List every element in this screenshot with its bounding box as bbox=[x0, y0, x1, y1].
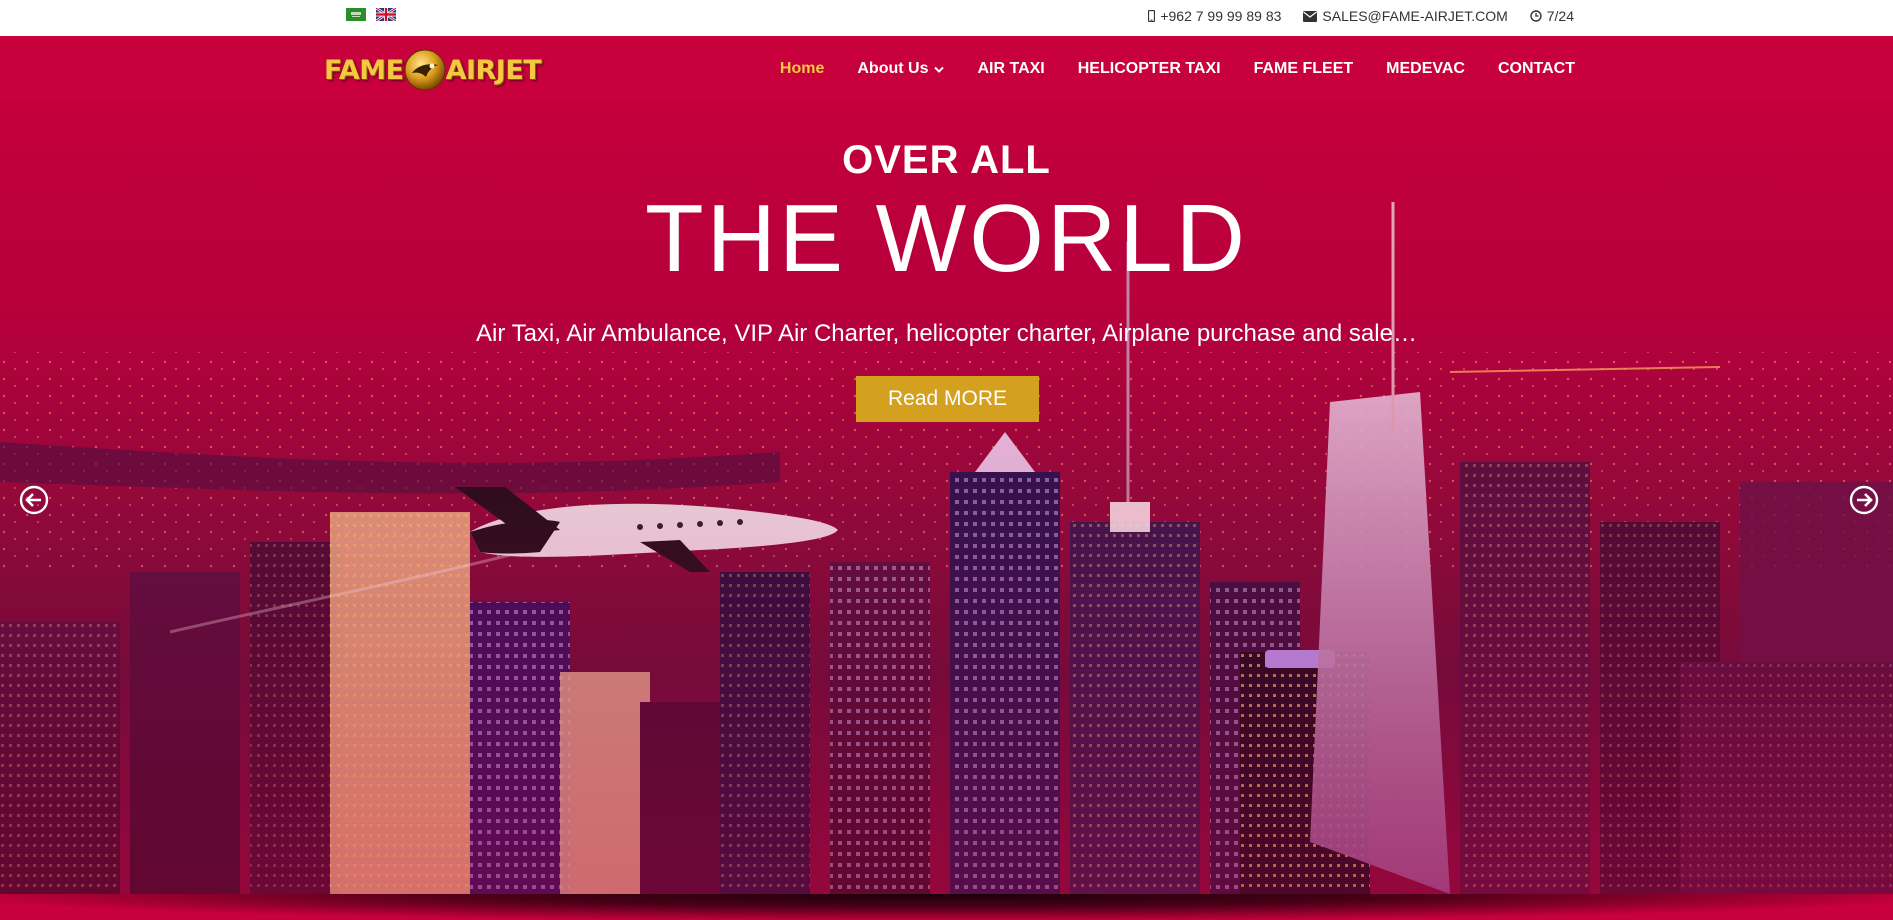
hours-info: 7/24 bbox=[1530, 8, 1574, 24]
logo-text-fame: FAME bbox=[324, 54, 404, 86]
top-utility-bar: +962 7 99 99 89 83 SALES@FAME-AIRJET.COM… bbox=[0, 0, 1893, 36]
nav-item-about-us[interactable]: About Us bbox=[857, 60, 945, 78]
email-address: SALES@FAME-AIRJET.COM bbox=[1322, 8, 1508, 24]
main-navigation: Home About Us AIR TAXI HELICOPTER TAXI F… bbox=[780, 36, 1575, 102]
nav-item-label: FAME FLEET bbox=[1253, 60, 1354, 77]
nav-item-label: About Us bbox=[857, 60, 929, 77]
opening-hours: 7/24 bbox=[1546, 8, 1574, 24]
arrow-right-circle-icon[interactable] bbox=[1848, 484, 1880, 516]
hero-subtitle: Air Taxi, Air Ambulance, VIP Air Charter… bbox=[476, 320, 1417, 347]
nav-item-label: MEDEVAC bbox=[1386, 60, 1465, 77]
contact-info: +962 7 99 99 89 83 SALES@FAME-AIRJET.COM… bbox=[1148, 0, 1574, 32]
nav-item-label: CONTACT bbox=[1497, 60, 1575, 77]
chevron-down-icon bbox=[934, 66, 945, 73]
hero-title-small: OVER ALL bbox=[842, 138, 1051, 182]
arabic-flag-icon[interactable] bbox=[346, 8, 366, 21]
nav-item-contact[interactable]: CONTACT bbox=[1498, 60, 1575, 78]
phone-info[interactable]: +962 7 99 99 89 83 bbox=[1148, 8, 1281, 24]
language-switcher bbox=[346, 8, 396, 21]
hero-title-big: THE WORLD bbox=[645, 185, 1248, 292]
logo-text-airjet: AIRJET bbox=[445, 54, 542, 86]
nav-item-label: AIR TAXI bbox=[977, 60, 1045, 77]
section-divider-shadow bbox=[0, 894, 1893, 920]
nav-item-medevac[interactable]: MEDEVAC bbox=[1386, 60, 1465, 78]
mobile-phone-icon bbox=[1148, 10, 1156, 22]
nav-item-fame-fleet[interactable]: FAME FLEET bbox=[1254, 60, 1354, 78]
site-logo[interactable]: FAME AIRJET bbox=[324, 46, 542, 94]
uk-flag-icon[interactable] bbox=[376, 8, 396, 21]
envelope-icon bbox=[1303, 10, 1318, 22]
main-navbar: FAME AIRJET Home About Us AIR TAXI HELIC… bbox=[0, 36, 1893, 102]
hero-slider: OVER ALL THE WORLD Air Taxi, Air Ambulan… bbox=[0, 102, 1893, 894]
nav-item-label: Home bbox=[779, 60, 825, 77]
nav-item-air-taxi[interactable]: AIR TAXI bbox=[977, 60, 1044, 78]
clock-icon bbox=[1530, 10, 1542, 22]
phone-number: +962 7 99 99 89 83 bbox=[1160, 8, 1282, 24]
nav-item-label: HELICOPTER TAXI bbox=[1077, 60, 1221, 77]
read-more-button[interactable]: Read MORE bbox=[856, 376, 1039, 422]
nav-item-home[interactable]: Home bbox=[780, 60, 824, 78]
nav-item-helicopter-taxi[interactable]: HELICOPTER TAXI bbox=[1078, 60, 1221, 78]
eagle-globe-logo-icon bbox=[404, 49, 446, 91]
arrow-left-circle-icon[interactable] bbox=[18, 484, 50, 516]
email-info[interactable]: SALES@FAME-AIRJET.COM bbox=[1303, 8, 1508, 24]
